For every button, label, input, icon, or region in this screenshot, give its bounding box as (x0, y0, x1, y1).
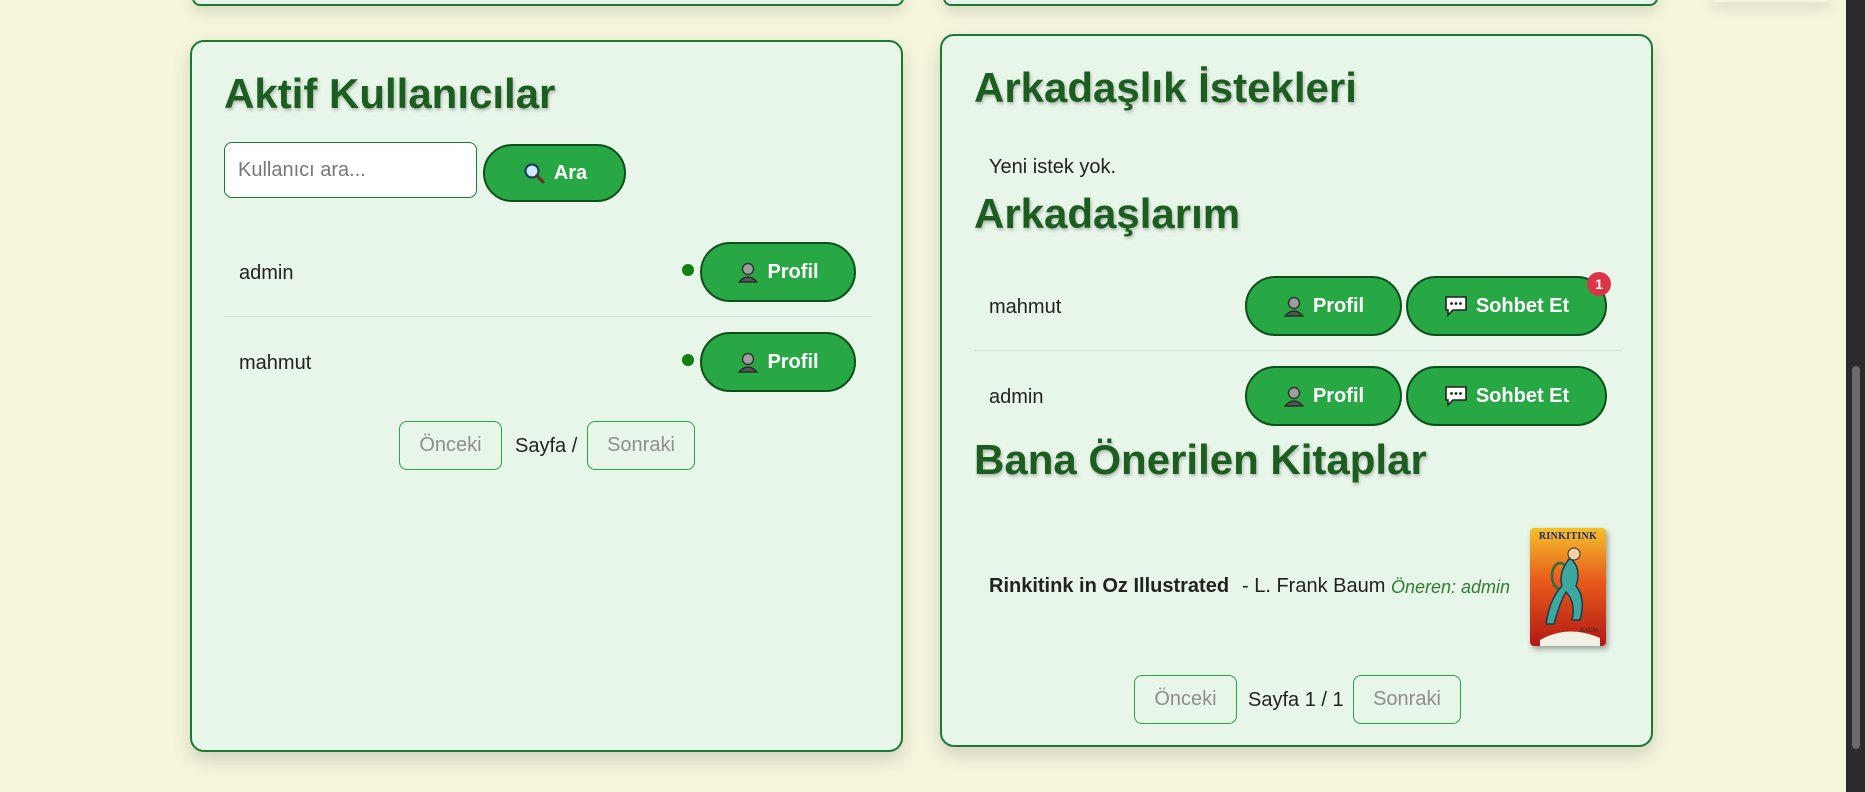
page-indicator: Sayfa 1 / 1 (1248, 689, 1344, 711)
previous-card-edge-left (192, 0, 904, 6)
page-indicator: Sayfa / (515, 435, 578, 457)
previous-page-button[interactable]: Önceki (1134, 675, 1237, 724)
book-cover-title: RINKITINK (1538, 531, 1598, 542)
next-page-button[interactable]: Sonraki (1353, 675, 1461, 724)
user-avatar-icon (737, 261, 759, 283)
magnifier-icon (522, 161, 546, 185)
profile-button[interactable]: Profil (1245, 366, 1402, 426)
book-recommender: Öneren: admin (1391, 577, 1511, 597)
user-name: mahmut (239, 352, 312, 374)
social-card: Arkadaşlık İstekleri Yeni istek yok. Ark… (940, 34, 1653, 747)
chat-button[interactable]: Sohbet Et (1406, 276, 1607, 336)
friend-name: mahmut (989, 296, 1062, 318)
chat-button-label: Sohbet Et (1475, 384, 1570, 407)
online-status-dot (682, 354, 694, 366)
row-divider (224, 316, 872, 317)
search-button-label: Ara (553, 161, 588, 184)
book-cover-image[interactable]: BAUM RINKITINK (1530, 528, 1606, 646)
active-users-title: Aktif Kullanıcılar (224, 70, 556, 117)
user-name: admin (239, 262, 294, 284)
profile-button[interactable]: Profil (700, 242, 856, 302)
active-users-card: Aktif Kullanıcılar Ara admin Profil mahm… (190, 40, 903, 752)
search-button[interactable]: Ara (483, 144, 626, 202)
previous-card-edge-far-right (1710, 0, 1830, 2)
previous-card-edge-right (943, 0, 1658, 6)
online-status-dot (682, 264, 694, 276)
row-divider (974, 350, 1622, 351)
book-author: - L. Frank Baum (1242, 575, 1386, 597)
friends-title: Arkadaşlarım (974, 190, 1241, 237)
user-search-input[interactable] (224, 142, 477, 198)
profile-button-label: Profil (1312, 294, 1365, 317)
friend-name: admin (989, 386, 1044, 408)
friend-requests-title: Arkadaşlık İstekleri (974, 64, 1357, 111)
no-requests-text: Yeni istek yok. (989, 156, 1117, 178)
chat-button-label: Sohbet Et (1475, 294, 1570, 317)
user-avatar-icon (1283, 295, 1305, 317)
profile-button-label: Profil (1312, 384, 1365, 407)
next-page-button[interactable]: Sonraki (587, 421, 695, 470)
user-avatar-icon (1283, 385, 1305, 407)
chat-button[interactable]: Sohbet Et (1406, 366, 1607, 426)
speech-bubble-icon (1444, 295, 1468, 317)
svg-text:BAUM: BAUM (1580, 628, 1599, 634)
previous-page-button[interactable]: Önceki (399, 421, 502, 470)
unread-message-badge: 1 (1587, 272, 1611, 296)
profile-button-label: Profil (767, 260, 819, 283)
user-avatar-icon (737, 351, 759, 373)
profile-button[interactable]: Profil (700, 332, 856, 392)
profile-button-label: Profil (767, 350, 819, 373)
scrollbar-thumb[interactable] (1852, 366, 1860, 749)
profile-button[interactable]: Profil (1245, 276, 1402, 336)
book-title: Rinkitink in Oz Illustrated (989, 575, 1230, 597)
speech-bubble-icon (1444, 385, 1468, 407)
recommended-books-title: Bana Önerilen Kitaplar (974, 436, 1427, 483)
